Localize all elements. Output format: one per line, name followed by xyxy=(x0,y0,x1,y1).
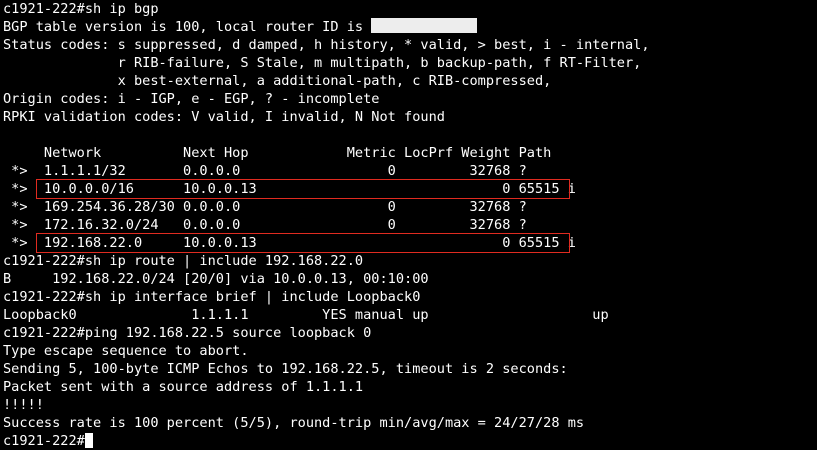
highlight-box-10-0-0-0-route xyxy=(36,179,570,199)
terminal-line-status-codes-3: x best-external, a additional-path, c RI… xyxy=(3,73,552,89)
terminal-line-route-entry: B 192.168.22.0/24 [20/0] via 10.0.0.13, … xyxy=(3,271,429,287)
highlight-box-192-168-22-0-route xyxy=(36,233,570,253)
terminal-cursor xyxy=(84,433,93,448)
terminal-line-status-codes-1: Status codes: s suppressed, d damped, h … xyxy=(3,37,650,53)
terminal-line-command-show-route: c1921-222#sh ip route | include 192.168.… xyxy=(3,253,364,269)
terminal-line-ping-escape: Type escape sequence to abort. xyxy=(3,343,249,359)
terminal-line-rpki-codes: RPKI validation codes: V valid, I invali… xyxy=(3,109,445,125)
terminal-line-ping-success-rate: Success rate is 100 percent (5/5), round… xyxy=(3,415,585,431)
terminal-line-command-show-bgp: c1921-222#sh ip bgp xyxy=(3,1,159,17)
bgp-table-row: *> 169.254.36.28/30 0.0.0.0 0 32768 ? xyxy=(3,199,527,215)
terminal-prompt-line[interactable]: c1921-222# xyxy=(3,432,817,450)
terminal-line-interface-entry: Loopback0 1.1.1.1 YES manual up up xyxy=(3,307,609,323)
terminal-prompt: c1921-222# xyxy=(3,433,85,449)
terminal-line-command-show-interface: c1921-222#sh ip interface brief | includ… xyxy=(3,289,421,305)
redacted-router-id xyxy=(371,18,478,33)
terminal-line-ping-sending: Sending 5, 100-byte ICMP Echos to 192.16… xyxy=(3,361,568,377)
terminal-line-status-codes-2: r RIB-failure, S Stale, m multipath, b b… xyxy=(3,55,642,71)
bgp-table-row: *> 1.1.1.1/32 0.0.0.0 0 32768 ? xyxy=(3,163,527,179)
terminal-line-origin-codes: Origin codes: i - IGP, e - EGP, ? - inco… xyxy=(3,91,380,107)
terminal-line-bgp-table-version: BGP table version is 100, local router I… xyxy=(3,18,817,36)
bgp-table-header: Network Next Hop Metric LocPrf Weight Pa… xyxy=(3,145,552,161)
terminal-line-ping-results: !!!!! xyxy=(3,397,44,413)
terminal-window[interactable]: c1921-222#sh ip bgp BGP table version is… xyxy=(0,0,817,449)
terminal-line-command-ping: c1921-222#ping 192.168.22.5 source loopb… xyxy=(3,325,372,341)
bgp-table-version-text: BGP table version is 100, local router I… xyxy=(3,19,372,35)
bgp-table-row: *> 172.16.32.0/24 0.0.0.0 0 32768 ? xyxy=(3,217,527,233)
terminal-line-ping-source: Packet sent with a source address of 1.1… xyxy=(3,379,364,395)
